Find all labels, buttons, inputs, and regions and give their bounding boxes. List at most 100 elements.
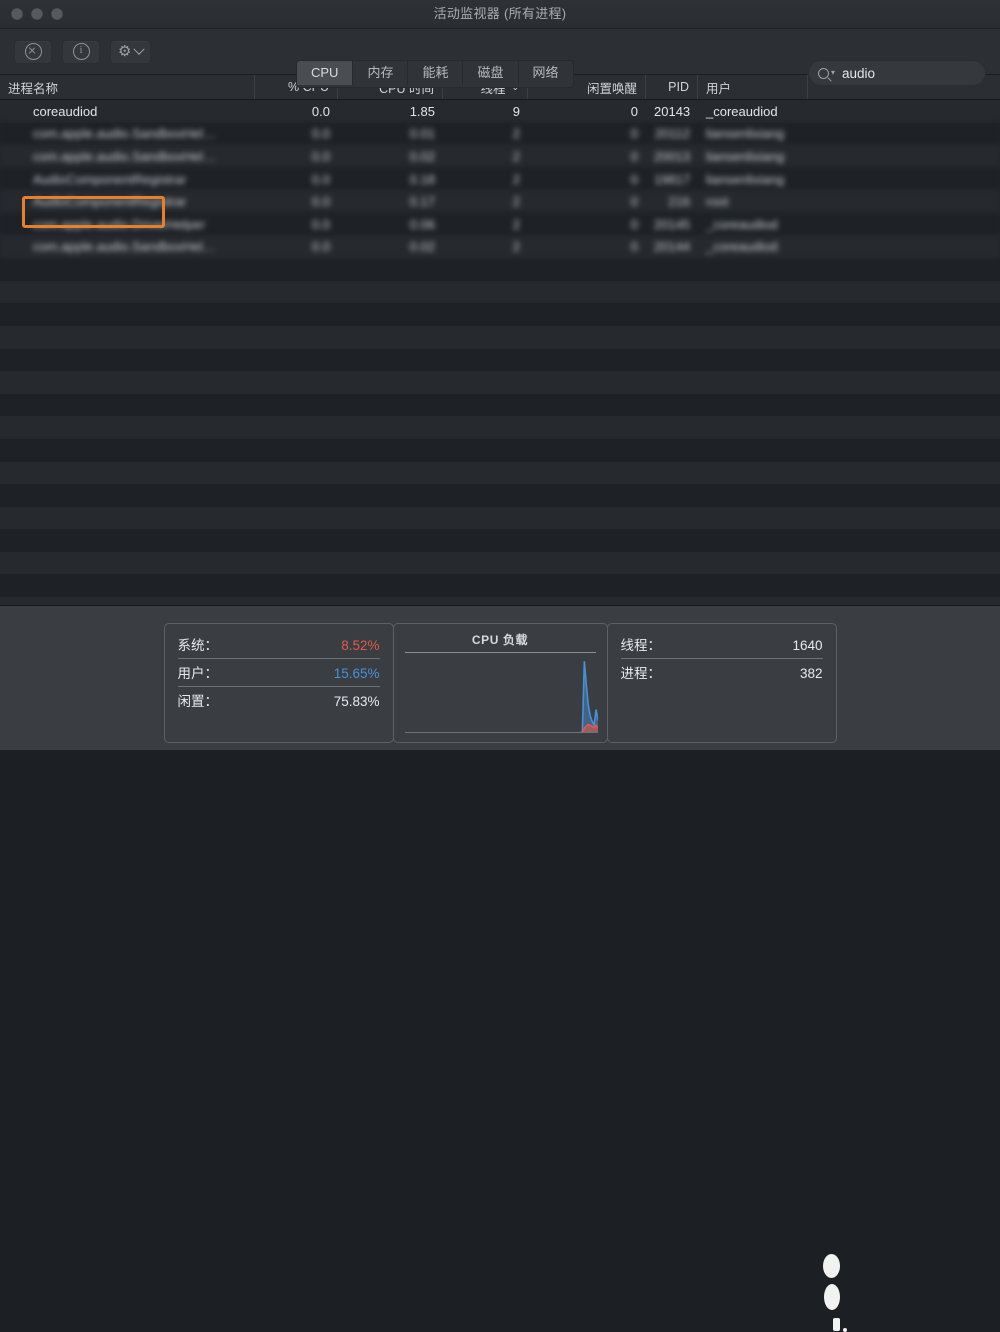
table-row[interactable]: com.apple.audio.SandboxHel…0.00.01202011… xyxy=(0,123,1000,146)
stat-label-system: 系统： xyxy=(178,634,219,654)
stat-row-system: 系统： 8.52% xyxy=(178,631,380,659)
tab-energy[interactable]: 能耗 xyxy=(408,61,463,85)
minimize-button[interactable] xyxy=(31,8,43,20)
column-header-5[interactable]: PID xyxy=(646,75,698,99)
gear-icon: ⚙ xyxy=(118,44,131,59)
table-row[interactable]: AudioComponentRegistrar0.00.182019817lia… xyxy=(0,168,1000,191)
table-cell: 2 xyxy=(443,194,528,209)
thread-process-counts-panel: 线程： 1640 进程： 382 xyxy=(607,623,837,743)
toolbar-left-group: ⚙ xyxy=(14,40,151,64)
stat-label-processes: 进程： xyxy=(621,662,662,682)
table-cell: 0.02 xyxy=(338,149,443,164)
table-cell: coreaudiod xyxy=(0,104,255,119)
table-cell: 2 xyxy=(443,239,528,254)
table-row-empty xyxy=(0,597,1000,605)
column-header-label: 闲置唤醒 xyxy=(587,78,637,97)
table-cell: 9 xyxy=(443,104,528,119)
table-cell: 0 xyxy=(528,149,646,164)
stat-value-processes: 382 xyxy=(800,666,823,681)
table-row[interactable]: com.apple.audio.DriverHelper0.00.0620201… xyxy=(0,213,1000,236)
table-cell: liansenlixiang xyxy=(698,149,808,164)
table-cell: liansenlixiang xyxy=(698,126,808,141)
table-cell: 0 xyxy=(528,194,646,209)
stat-row-idle: 闲置： 75.83% xyxy=(178,687,380,714)
table-row-empty xyxy=(0,349,1000,372)
table-cell: 1.85 xyxy=(338,104,443,119)
table-cell: 0.0 xyxy=(255,172,338,187)
table-cell: 0.17 xyxy=(338,194,443,209)
zoom-button[interactable] xyxy=(51,8,63,20)
table-cell: 19817 xyxy=(646,172,698,187)
table-cell: 0.0 xyxy=(255,126,338,141)
stat-label-threads: 线程： xyxy=(621,634,662,654)
overlay-artifact-upper xyxy=(823,1254,840,1278)
table-cell: 0 xyxy=(528,104,646,119)
column-header-0[interactable]: 进程名称 xyxy=(0,75,255,99)
table-cell: 0.0 xyxy=(255,104,338,119)
table-cell: 20013 xyxy=(646,149,698,164)
table-row-empty xyxy=(0,303,1000,326)
table-cell: 20112 xyxy=(646,126,698,141)
table-row-empty xyxy=(0,507,1000,530)
table-cell: 0.0 xyxy=(255,217,338,232)
stop-process-button[interactable] xyxy=(14,40,52,64)
table-cell: 0.06 xyxy=(338,217,443,232)
column-header-label: PID xyxy=(668,80,689,94)
table-row[interactable]: com.apple.audio.SandboxHel…0.00.02202001… xyxy=(0,145,1000,168)
table-row-empty xyxy=(0,484,1000,507)
table-cell: com.apple.audio.SandboxHel… xyxy=(0,149,255,164)
view-tab-bar: CPU 内存 能耗 磁盘 网络 xyxy=(296,60,574,88)
table-cell: 0.0 xyxy=(255,149,338,164)
table-cell: AudioComponentRegistrar xyxy=(0,172,255,187)
close-button[interactable] xyxy=(11,8,23,20)
table-cell: _coreaudiod xyxy=(698,104,808,119)
inspect-process-button[interactable] xyxy=(62,40,100,64)
table-row-empty xyxy=(0,529,1000,552)
tab-cpu[interactable]: CPU xyxy=(297,61,353,85)
search-field[interactable]: ▾ xyxy=(808,60,986,86)
table-row[interactable]: coreaudiod0.01.859020143_coreaudiod xyxy=(0,100,1000,123)
process-rows: coreaudiod0.01.859020143_coreaudiodcom.a… xyxy=(0,100,1000,605)
search-options-chevron-icon[interactable]: ▾ xyxy=(831,69,835,77)
stat-label-idle: 闲置： xyxy=(178,690,219,710)
table-row[interactable]: com.apple.audio.SandboxHel…0.00.02202014… xyxy=(0,236,1000,259)
process-list[interactable]: coreaudiod0.01.859020143_coreaudiodcom.a… xyxy=(0,100,1000,605)
table-row-empty xyxy=(0,439,1000,462)
column-header-6[interactable]: 用户 xyxy=(698,75,808,99)
table-cell: 20143 xyxy=(646,104,698,119)
table-cell: 20144 xyxy=(646,239,698,254)
table-row-empty xyxy=(0,552,1000,575)
table-cell: com.apple.audio.DriverHelper xyxy=(0,217,255,232)
table-cell: 2 xyxy=(443,172,528,187)
column-header-label: 进程名称 xyxy=(8,78,58,97)
cpu-load-graph-title: CPU 负载 xyxy=(405,631,596,653)
table-row-empty xyxy=(0,258,1000,281)
overlay-artifact-lower xyxy=(833,1318,840,1331)
table-row-empty xyxy=(0,574,1000,597)
tab-memory[interactable]: 内存 xyxy=(353,61,408,85)
stat-value-idle: 75.83% xyxy=(334,694,380,709)
activity-monitor-window: 活动监视器 (所有进程) ⚙ CPU 内存 能耗 磁盘 网络 ▾ xyxy=(0,0,1000,750)
stat-row-user: 用户： 15.65% xyxy=(178,659,380,687)
table-row-empty xyxy=(0,371,1000,394)
stat-value-user: 15.65% xyxy=(334,666,380,681)
overlay-artifact-dot xyxy=(843,1328,847,1332)
table-row-empty xyxy=(0,416,1000,439)
table-cell: 2 xyxy=(443,149,528,164)
table-cell: 20145 xyxy=(646,217,698,232)
tab-network[interactable]: 网络 xyxy=(519,61,573,85)
actions-menu-button[interactable]: ⚙ xyxy=(110,40,151,64)
graph-area-system xyxy=(405,724,598,733)
table-cell: 2 xyxy=(443,217,528,232)
table-row[interactable]: AudioComponentRegistrar0.00.1720216root xyxy=(0,190,1000,213)
traffic-light-group xyxy=(11,8,63,20)
overlay-artifact-middle xyxy=(824,1284,840,1310)
window-title: 活动监视器 (所有进程) xyxy=(0,0,1000,28)
search-input[interactable] xyxy=(842,66,1000,81)
cpu-load-graph xyxy=(405,655,596,733)
table-row-empty xyxy=(0,326,1000,349)
cpu-load-graph-svg xyxy=(405,655,598,733)
tab-disk[interactable]: 磁盘 xyxy=(463,61,518,85)
stat-label-user: 用户： xyxy=(178,662,219,682)
stat-value-threads: 1640 xyxy=(792,638,822,653)
